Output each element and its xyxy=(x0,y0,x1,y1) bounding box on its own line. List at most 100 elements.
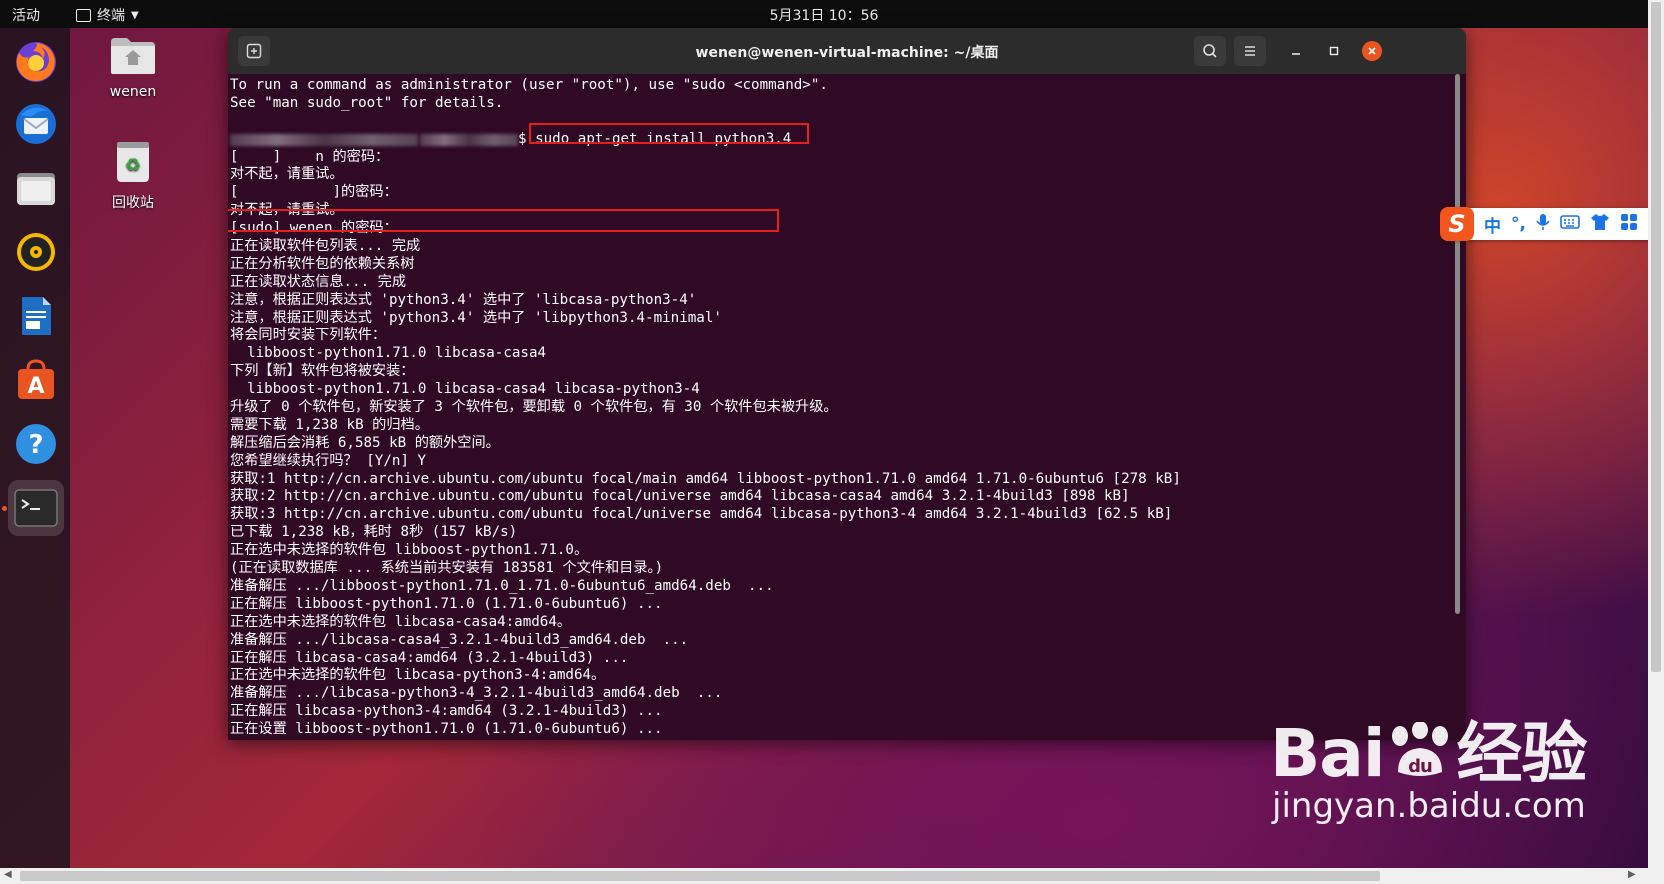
terminal-icon xyxy=(14,489,58,527)
terminal-line: [ ] n 的密码： xyxy=(230,148,390,165)
terminal-line: 正在选中未选择的软件包 libboost-python1.71.0。 xyxy=(230,542,589,559)
help-icon: ? xyxy=(16,424,56,464)
terminal-line: 正在解压 libboost-python1.71.0 (1.71.0-6ubun… xyxy=(230,595,663,612)
terminal-line: 需要下载 1,238 kB 的归档。 xyxy=(230,416,429,433)
terminal-line: 注意，根据正则表达式 'python3.4' 选中了 'libcasa-pyth… xyxy=(230,291,697,308)
viewer-horizontal-scroll-thumb[interactable] xyxy=(20,871,1380,881)
desktop-home-folder[interactable]: wenen xyxy=(88,36,178,100)
minimize-button[interactable] xyxy=(1286,41,1306,61)
scroll-left-arrow-icon[interactable]: ◀ xyxy=(4,869,12,880)
dock-terminal[interactable] xyxy=(8,480,64,536)
close-icon xyxy=(1368,47,1376,55)
trash-icon: ♻ xyxy=(117,142,149,182)
minimize-icon xyxy=(1292,53,1300,55)
svg-text:♻: ♻ xyxy=(125,155,141,176)
terminal-line: 准备解压 .../libcasa-casa4_3.2.1-4build3_amd… xyxy=(230,631,689,648)
terminal-line: 将会同时安装下列软件： xyxy=(230,327,387,344)
dock-files[interactable] xyxy=(8,160,64,216)
terminal-line: 正在解压 libcasa-python3-4:amd64 (3.2.1-4bui… xyxy=(230,703,663,720)
highlight-command-box xyxy=(529,123,809,144)
ime-mode-chinese[interactable]: 中 xyxy=(1484,212,1501,237)
terminal-line: 下列【新】软件包将被安装： xyxy=(230,363,415,380)
terminal-line: (正在读取数据库 ... 系统当前共安装有 183581 个文件和目录。) xyxy=(230,560,664,577)
terminal-line: [ ]的密码： xyxy=(230,184,398,201)
dock-writer[interactable] xyxy=(8,288,64,344)
desktop-icon-label: 回收站 xyxy=(112,195,154,211)
ime-punctuation[interactable]: °, xyxy=(1511,214,1526,234)
search-button[interactable] xyxy=(1194,36,1226,66)
terminal-line: 准备解压 .../libcasa-python3-4_3.2.1-4build3… xyxy=(230,685,723,702)
maximize-icon xyxy=(1329,46,1339,56)
software-icon: A xyxy=(18,359,54,399)
dock-firefox[interactable] xyxy=(8,34,64,90)
viewer-vertical-scroll-thumb[interactable] xyxy=(1651,2,1661,672)
rhythmbox-icon xyxy=(17,233,55,271)
hamburger-menu-icon xyxy=(1245,46,1255,56)
menu-button[interactable] xyxy=(1234,36,1266,66)
viewer-vertical-scrollbar[interactable] xyxy=(1648,0,1664,868)
window-title: wenen@wenen-virtual-machine: ~/桌面 xyxy=(695,45,999,61)
terminal-line: 正在选中未选择的软件包 libcasa-python3-4:amd64。 xyxy=(230,667,606,684)
watermark-url: jingyan.baidu.com xyxy=(1272,786,1586,826)
paw-logo-icon: du xyxy=(1392,721,1449,777)
terminal-output[interactable]: To run a command as administrator (user … xyxy=(228,74,1466,740)
terminal-line: 您希望继续执行吗？ [Y/n] Y xyxy=(230,452,427,469)
maximize-button[interactable] xyxy=(1324,41,1344,61)
prompt-suffix: $ xyxy=(518,130,527,147)
desktop-icon-label: wenen xyxy=(109,84,157,100)
terminal-line: 获取:1 http://cn.archive.ubuntu.com/ubuntu… xyxy=(230,470,1181,487)
running-indicator xyxy=(2,506,7,511)
terminal-line: 正在分析软件包的依赖关系树 xyxy=(230,255,415,272)
terminal-line: 解压缩后会消耗 6,585 kB 的额外空间。 xyxy=(230,434,500,451)
mic-icon[interactable] xyxy=(1536,213,1550,236)
writer-icon xyxy=(22,297,51,335)
clock[interactable]: 5月31日 10：56 xyxy=(0,5,1648,25)
terminal-line: 正在解压 libcasa-casa4:amd64 (3.2.1-4build3)… xyxy=(230,649,629,666)
home-folder-icon xyxy=(111,38,155,74)
redacted-path xyxy=(420,133,518,146)
terminal-titlebar[interactable]: wenen@wenen-virtual-machine: ~/桌面 xyxy=(228,28,1466,74)
grid-icon[interactable] xyxy=(1620,213,1638,236)
sogou-logo-icon[interactable]: S xyxy=(1440,207,1474,241)
dock-software[interactable]: A xyxy=(8,352,64,408)
terminal-line: libboost-python1.71.0 libcasa-casa4 libc… xyxy=(230,381,700,398)
keyboard-icon[interactable] xyxy=(1560,214,1580,235)
dock-rhythmbox[interactable] xyxy=(8,224,64,280)
svg-text:A: A xyxy=(27,374,44,399)
terminal-line: See "man sudo_root" for details. xyxy=(230,94,504,111)
watermark-brand-suffix: 经验 xyxy=(1456,715,1587,792)
terminal-line: 注意，根据正则表达式 'python3.4' 选中了 'libpython3.4… xyxy=(230,309,722,326)
desktop-trash[interactable]: ♻ 回收站 xyxy=(88,138,178,212)
terminal-line: 获取:3 http://cn.archive.ubuntu.com/ubuntu… xyxy=(230,506,1173,523)
shirt-icon[interactable] xyxy=(1590,213,1610,236)
terminal-scrollbar[interactable] xyxy=(1455,74,1460,614)
firefox-icon xyxy=(16,42,56,82)
thunderbird-icon xyxy=(16,104,56,144)
svg-text:du: du xyxy=(1409,756,1433,777)
viewer-horizontal-scrollbar[interactable]: ◀ ▶ xyxy=(0,868,1664,884)
terminal-line: 已下载 1,238 kB，耗时 8秒 (157 kB/s) xyxy=(230,524,518,541)
terminal-window: wenen@wenen-virtual-machine: ~/桌面 To run… xyxy=(228,28,1466,740)
terminal-line: 获取:2 http://cn.archive.ubuntu.com/ubuntu… xyxy=(230,488,1130,505)
close-button[interactable] xyxy=(1362,41,1382,61)
dock-thunderbird[interactable] xyxy=(8,96,64,152)
ime-toolbar[interactable]: S 中 °, xyxy=(1440,207,1660,241)
dock-help[interactable]: ? xyxy=(8,416,64,472)
terminal-line: 正在选中未选择的软件包 libcasa-casa4:amd64。 xyxy=(230,613,572,630)
terminal-line: 升级了 0 个软件包，新安装了 3 个软件包，要卸载 0 个软件包，有 30 个… xyxy=(230,399,838,416)
search-icon xyxy=(1203,44,1217,58)
terminal-line: To run a command as administrator (user … xyxy=(230,77,828,93)
scroll-right-arrow-icon[interactable]: ▶ xyxy=(1628,869,1636,880)
files-icon xyxy=(17,173,55,205)
dock: A ? xyxy=(0,28,70,870)
terminal-lines: To run a command as administrator (user … xyxy=(230,77,1181,739)
terminal-line: 对不起，请重试。 xyxy=(230,166,344,183)
highlight-password-box xyxy=(228,209,779,232)
terminal-line: 正在设置 libboost-python1.71.0 (1.71.0-6ubun… xyxy=(230,721,663,738)
terminal-line: 正在读取状态信息... 完成 xyxy=(230,273,407,290)
redacted-user-host xyxy=(230,133,418,146)
terminal-line: 正在读取软件包列表... 完成 xyxy=(230,238,421,255)
watermark-brand: Bai xyxy=(1270,715,1385,792)
baidu-watermark: Bai du 经验 jingyan.baidu.com xyxy=(1270,700,1587,826)
svg-text:?: ? xyxy=(28,430,43,460)
